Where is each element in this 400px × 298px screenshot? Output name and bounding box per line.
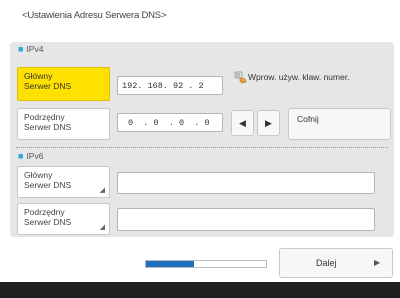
numeric-keypad-label: Wprow. używ. klaw. numer. (248, 72, 350, 82)
corner-indicator-icon: ◢ (99, 187, 105, 194)
ipv6-primary-dns-label[interactable]: Główny Serwer DNS ◢ (17, 166, 110, 198)
page-title: <Ustawienia Adresu Serwera DNS> (22, 10, 167, 21)
keypad-hand-icon (234, 71, 247, 84)
next-arrow-icon: ▶ (374, 258, 381, 267)
right-arrow-icon: ▶ (265, 118, 272, 128)
ipv4-section-header: ■ IPv4 (18, 44, 43, 54)
corner-indicator-icon: ◢ (99, 224, 105, 231)
next-label: Dalej (316, 258, 337, 268)
left-arrow-icon: ◀ (239, 118, 246, 128)
numeric-keypad-button[interactable]: Wprow. używ. klaw. numer. (234, 67, 394, 91)
undo-label: Cofnij (297, 114, 319, 124)
cursor-right-button[interactable]: ▶ (257, 110, 280, 136)
undo-button[interactable]: Cofnij (288, 108, 391, 140)
section-divider (16, 147, 388, 148)
ipv6-secondary-label-line1: Podrzędny (24, 207, 65, 217)
ipv6-header-label: IPv6 (26, 151, 44, 161)
bottom-status-bar (0, 282, 400, 298)
ipv4-primary-label-line1: Główny (24, 71, 53, 81)
ipv6-primary-dns-input[interactable] (117, 172, 375, 194)
ipv4-primary-dns-label[interactable]: Główny Serwer DNS (17, 67, 110, 101)
ipv6-primary-label-line1: Główny (24, 170, 53, 180)
next-button[interactable]: Dalej ▶ (279, 248, 393, 278)
ipv6-secondary-label-line2: Serwer DNS (24, 217, 72, 227)
ipv4-secondary-dns-label[interactable]: Podrzędny Serwer DNS (17, 108, 110, 140)
ipv6-primary-label-line2: Serwer DNS (24, 180, 72, 190)
ipv4-secondary-dns-value: 0 . 0 . 0 . 0 (128, 118, 210, 128)
bullet-icon: ■ (18, 151, 24, 161)
progress-bar-fill (146, 261, 194, 267)
ipv4-secondary-label-line2: Serwer DNS (24, 122, 72, 132)
cursor-left-button[interactable]: ◀ (231, 110, 254, 136)
bullet-icon: ■ (18, 44, 24, 54)
ipv6-section-header: ■ IPv6 (18, 151, 43, 161)
ipv4-secondary-dns-input[interactable]: 0 . 0 . 0 . 0 (117, 113, 223, 132)
ipv4-primary-dns-value: 192. 168. 92 . 2 (122, 81, 204, 91)
ipv6-secondary-dns-input[interactable] (117, 208, 375, 231)
ipv4-primary-dns-input[interactable]: 192. 168. 92 . 2 (117, 76, 223, 95)
ipv4-header-label: IPv4 (26, 44, 44, 54)
ipv4-primary-label-line2: Serwer DNS (24, 81, 72, 91)
ipv6-secondary-dns-label[interactable]: Podrzędny Serwer DNS ◢ (17, 203, 110, 235)
ipv4-secondary-label-line1: Podrzędny (24, 112, 65, 122)
